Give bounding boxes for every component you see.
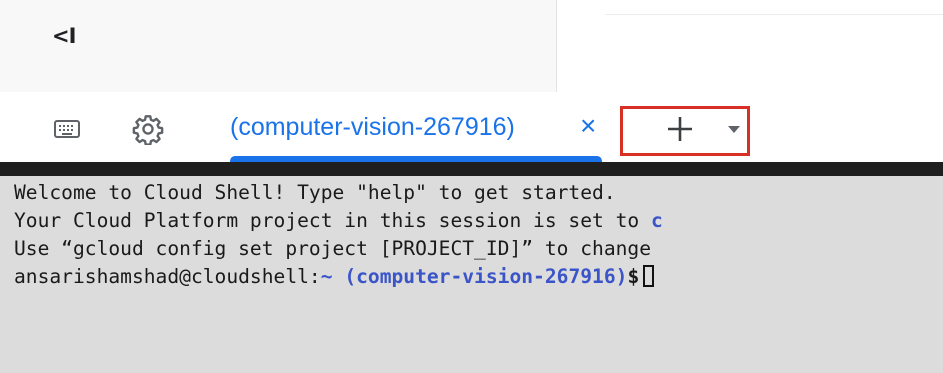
collapse-panel-button[interactable]: <I: [52, 22, 82, 50]
terminal-line-2-project: c: [651, 209, 663, 232]
cloud-shell-toolbar: (computer-vision-267916) ×: [0, 92, 943, 162]
caret-down-icon[interactable]: [728, 126, 740, 133]
close-icon[interactable]: ×: [580, 110, 596, 142]
terminal-prompt-line: ansarishamshad@cloudshell:~ (computer-vi…: [14, 264, 655, 290]
terminal-line-1: Welcome to Cloud Shell! Type "help" to g…: [14, 181, 616, 204]
prompt-tilde: ~: [320, 265, 333, 288]
prompt-symbol: $: [627, 265, 640, 288]
divider: [605, 14, 943, 15]
side-panel: <I: [0, 0, 557, 92]
tab-label: (computer-vision-267916): [230, 113, 515, 141]
terminal-line-3: Use “gcloud config set project [PROJECT_…: [14, 237, 652, 260]
plus-icon[interactable]: [666, 115, 694, 143]
terminal-line-2: Your Cloud Platform project in this sess…: [14, 208, 663, 234]
prompt-project: (computer-vision-267916): [344, 265, 628, 288]
main-panel: [557, 0, 943, 92]
tab-computer-vision[interactable]: (computer-vision-267916) ×: [230, 92, 602, 162]
terminal-output[interactable]: Welcome to Cloud Shell! Type "help" to g…: [0, 176, 943, 373]
terminal-line-2-text: Your Cloud Platform project in this sess…: [14, 209, 652, 232]
gear-icon[interactable]: [132, 113, 164, 145]
keyboard-icon[interactable]: [54, 120, 80, 138]
terminal-cursor: [643, 265, 655, 287]
prompt-user: ansarishamshad@cloudshell:: [14, 265, 321, 288]
terminal-header-bar: [0, 162, 943, 176]
